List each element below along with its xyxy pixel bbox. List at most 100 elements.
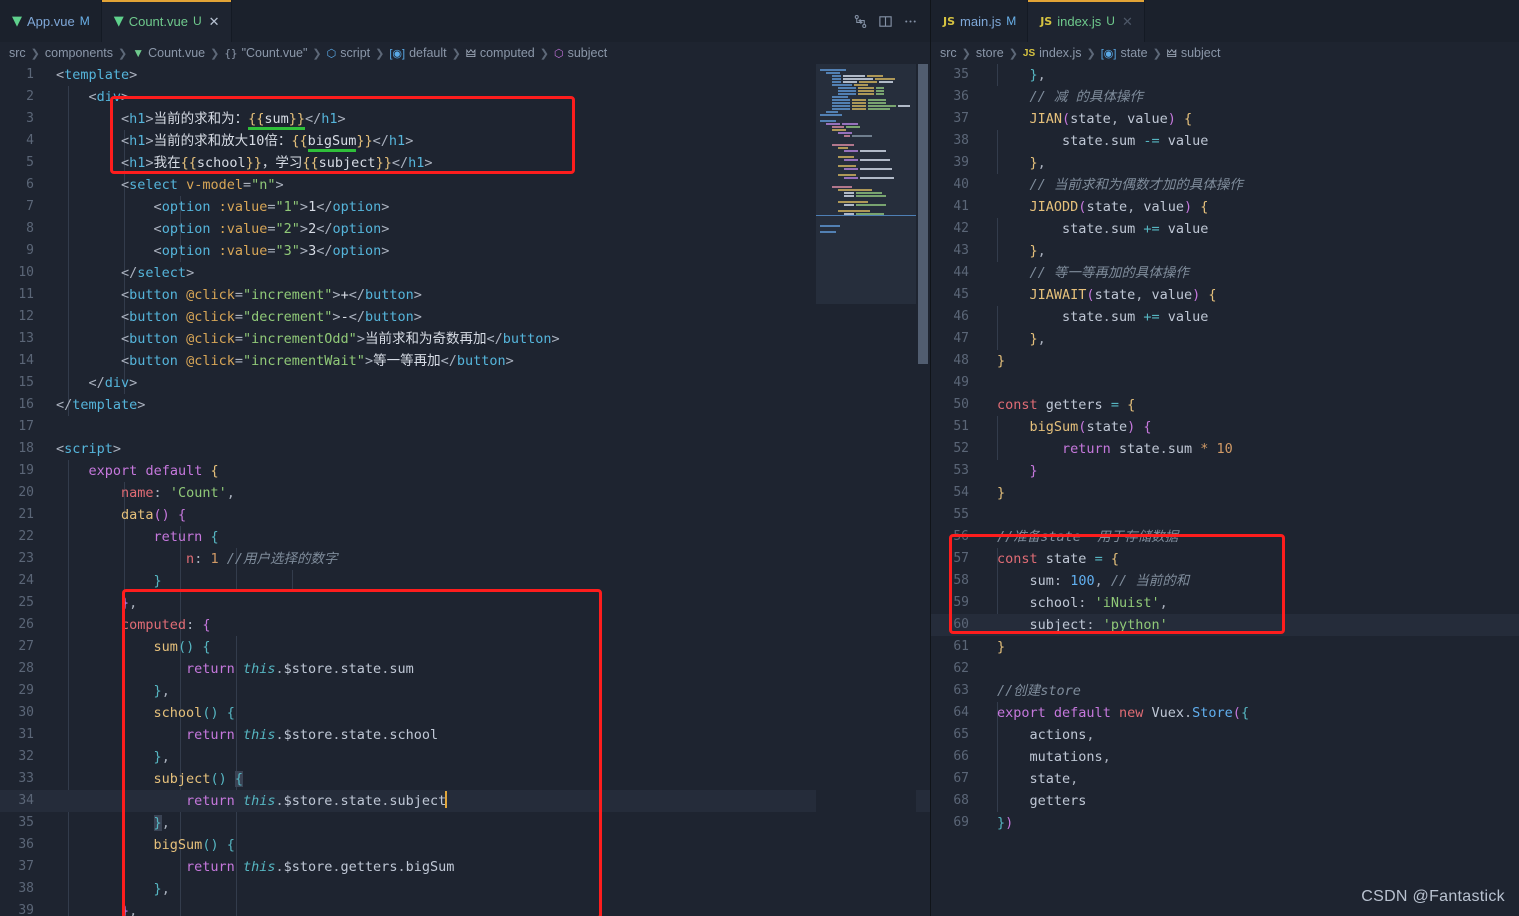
line-content: // 减 的具体操作: [1029, 89, 1144, 105]
line-number: 40: [953, 177, 969, 192]
line-number: 53: [953, 463, 969, 478]
code-line: 32 },: [0, 746, 930, 768]
line-number: 62: [953, 661, 969, 676]
close-icon[interactable]: ✕: [1122, 15, 1133, 28]
breadcrumb-item-src[interactable]: src: [9, 46, 26, 60]
code-line: 46 state.sum += value: [931, 306, 1519, 328]
code-line: 57 const state = {: [931, 548, 1519, 570]
code-line: 63 //创建store: [931, 680, 1519, 702]
tabbar-right: JS main.js M JS index.js U ✕: [931, 0, 1519, 42]
compare-changes-icon[interactable]: [853, 14, 868, 29]
breadcrumb-item-src[interactable]: src: [940, 46, 957, 60]
code-line: 61}: [931, 636, 1519, 658]
chevron-right-icon: ❯: [30, 47, 40, 60]
line-content: subject: 'python': [1029, 617, 1168, 633]
vscode-workbench: ▼ App.vue M ▼ Count.vue U ✕ src ❯ compon…: [0, 0, 1519, 916]
line-content: <div>: [88, 89, 130, 105]
tab-count-vue[interactable]: ▼ Count.vue U ✕: [101, 0, 232, 42]
code-line: 41 JIAODD(state, value) {: [931, 196, 1519, 218]
code-line: 5 <h1>我在{{school}}，学习{{subject}}</h1>: [0, 152, 930, 174]
line-content: subject() {: [153, 771, 243, 787]
breadcrumb-item-script[interactable]: ⬡ script: [327, 46, 370, 60]
line-number: 33: [18, 771, 34, 786]
line-content: school() {: [153, 705, 235, 721]
breadcrumb-item-subject[interactable]: 🜲 subject: [1167, 42, 1221, 64]
tab-main-js[interactable]: JS main.js M: [931, 0, 1029, 42]
line-content: bigSum(state) {: [1029, 419, 1152, 435]
line-number: 44: [953, 265, 969, 280]
line-content: [979, 504, 1519, 526]
chevron-right-icon: ❯: [1086, 47, 1096, 60]
code-line: 58 sum: 100, // 当前的和: [931, 570, 1519, 592]
line-number: 51: [953, 419, 969, 434]
line-content: },: [1029, 155, 1046, 171]
breadcrumb-item-count-vue[interactable]: ▼ Count.vue: [132, 46, 205, 60]
breadcrumb-item-computed[interactable]: 🜲 computed: [466, 42, 535, 64]
vertical-scrollbar-left[interactable]: [916, 64, 930, 916]
line-content: <button @click="decrement">-</button>: [121, 309, 422, 325]
line-number: 36: [953, 89, 969, 104]
line-number: 43: [953, 243, 969, 258]
line-content: const getters = {: [997, 397, 1136, 413]
breadcrumb-label: subject: [1180, 46, 1221, 60]
tab-git-badge: M: [79, 14, 90, 28]
code-line: 36 // 减 的具体操作: [931, 86, 1519, 108]
line-number: 45: [953, 287, 969, 302]
code-line: 1 <template>: [0, 64, 930, 86]
code-line: 19 export default {: [0, 460, 930, 482]
breadcrumb-item-index-js[interactable]: JS index.js: [1023, 46, 1082, 60]
line-number: 9: [26, 243, 34, 258]
js-file-icon: JS: [943, 14, 956, 28]
line-content: <button @click="incrementWait">等一等再加</bu…: [121, 353, 514, 369]
line-number: 47: [953, 331, 969, 346]
tab-app-vue[interactable]: ▼ App.vue M: [0, 0, 102, 42]
split-editor-icon[interactable]: [878, 14, 893, 29]
scrollbar-thumb[interactable]: [918, 64, 928, 364]
line-content: <h1>我在{{school}}，学习{{subject}}</h1>: [44, 152, 930, 174]
code-line: 47 },: [931, 328, 1519, 350]
tab-index-js[interactable]: JS index.js U ✕: [1028, 0, 1145, 42]
close-icon[interactable]: ✕: [209, 15, 220, 28]
line-content: },: [121, 903, 138, 916]
vue-file-icon: ▼: [132, 46, 145, 60]
wrench-icon: 🜲: [1166, 48, 1177, 60]
line-number: 5: [26, 155, 34, 170]
tab-label: App.vue: [27, 13, 75, 29]
breadcrumb-item-countvue-symbol[interactable]: {} "Count.vue": [224, 46, 307, 60]
line-number: 7: [26, 199, 34, 214]
line-number: 39: [953, 155, 969, 170]
line-content: }: [153, 573, 162, 589]
code-line: 15 </div>: [0, 372, 930, 394]
line-content: return {: [153, 529, 219, 545]
breadcrumb-item-store[interactable]: store: [976, 46, 1004, 60]
line-content: // 当前求和为偶数才加的具体操作: [1029, 177, 1243, 193]
breadcrumb-item-subject[interactable]: ⬡ subject: [554, 46, 607, 60]
line-number: 32: [18, 749, 34, 764]
line-number: 1: [26, 67, 34, 82]
breadcrumb-item-components[interactable]: components: [45, 46, 113, 60]
line-number: 42: [953, 221, 969, 236]
line-content: name: 'Count',: [121, 485, 235, 501]
tab-git-badge: M: [1006, 14, 1017, 28]
code-line: 38 state.sum -= value: [931, 130, 1519, 152]
line-content: },: [121, 595, 138, 611]
code-line: 25 },: [0, 592, 930, 614]
breadcrumb-label: subject: [567, 46, 608, 60]
line-number: 25: [18, 595, 34, 610]
code-line: 53 }: [931, 460, 1519, 482]
code-line: 4 <h1>当前的求和放大10倍：{{bigSum}}</h1>: [0, 130, 930, 152]
code-editor-left[interactable]: 1 <template> 2 <div> 3 <h1>当前的求和为：{{sum}}…: [0, 64, 930, 916]
line-number: 57: [953, 551, 969, 566]
line-content: n: 1 //用户选择的数字: [186, 551, 338, 567]
breadcrumb-item-state[interactable]: [◉] state: [1101, 46, 1148, 60]
tab-label: index.js: [1057, 13, 1102, 29]
code-editor-right[interactable]: 35 }, 36 // 减 的具体操作 37 JIAN(state, value…: [931, 64, 1519, 916]
breadcrumb-item-default[interactable]: [◉] default: [389, 46, 446, 60]
more-actions-icon[interactable]: [903, 14, 918, 29]
code-lines-left: 1 <template> 2 <div> 3 <h1>当前的求和为：{{sum}}…: [0, 64, 930, 916]
line-content: <option :value="2">2</option>: [153, 221, 390, 237]
chevron-right-icon: ❯: [210, 47, 220, 60]
line-number: 11: [18, 287, 34, 302]
text-cursor: [445, 791, 448, 808]
code-line: 13 <button @click="incrementOdd">当前求和为奇数…: [0, 328, 930, 350]
